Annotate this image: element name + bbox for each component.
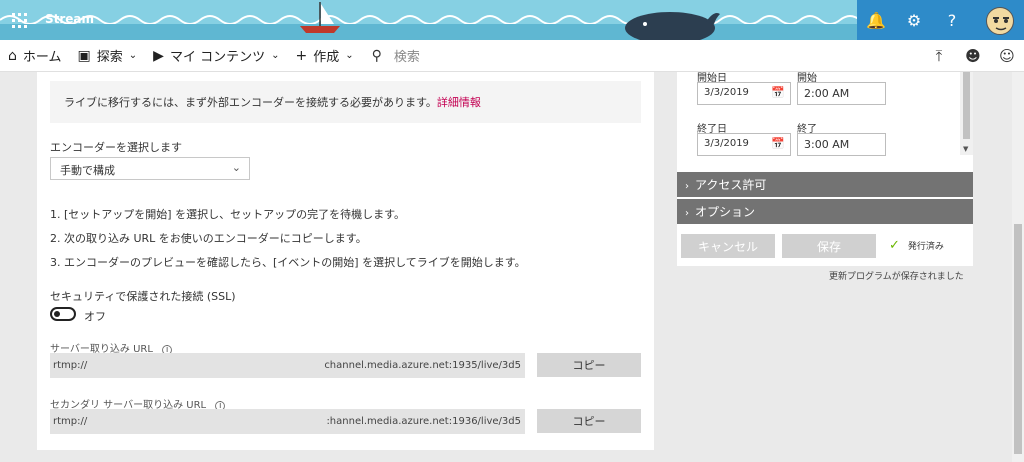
search-box[interactable]: ⚲ 検索: [371, 46, 420, 66]
nav-home-label: ホーム: [22, 50, 62, 65]
app-brand[interactable]: Stream: [45, 12, 94, 26]
instruction-step-3: 3. エンコーダーのプレビューを確認したら、[イベントの開始] を選択してライブ…: [50, 256, 526, 269]
cancel-button[interactable]: キャンセル: [681, 234, 775, 258]
end-time-field[interactable]: 3:00 AM: [797, 133, 886, 156]
search-icon: ⚲: [371, 47, 382, 64]
chevron-down-icon: ⌄: [231, 161, 241, 174]
nav-home[interactable]: ⌂ ホーム: [0, 40, 70, 72]
secondary-url-prefix: rtmp://: [53, 416, 88, 427]
app-launcher-button[interactable]: [0, 0, 38, 40]
end-date-value: 3/3/2019: [704, 138, 749, 149]
nav-explore[interactable]: ▣ 探索 ⌄: [70, 40, 146, 72]
nav-my-content-label: マイ コンテンツ: [169, 50, 266, 65]
chevron-down-icon: ⌄: [128, 50, 138, 61]
nav-create[interactable]: + 作成 ⌄: [287, 40, 361, 72]
copy-secondary-url-button[interactable]: コピー: [537, 409, 641, 433]
chevron-down-icon: ⌄: [345, 50, 354, 61]
chevron-right-icon: ›: [685, 181, 689, 192]
plus-icon: +: [295, 47, 308, 64]
help-icon[interactable]: ?: [933, 0, 971, 40]
start-date-value: 3/3/2019: [704, 87, 749, 98]
ingest-url-value: channel.media.azure.net:1935/live/3d5: [324, 360, 521, 371]
instruction-step-1: 1. [セットアップを開始] を選択し、セットアップの完了を待機します。: [50, 208, 405, 221]
ssl-toggle[interactable]: [50, 307, 76, 321]
search-placeholder: 検索: [393, 50, 420, 65]
end-date-field[interactable]: 3/3/2019 📅: [697, 133, 791, 156]
copy-ingest-url-button[interactable]: コピー: [537, 353, 641, 377]
encoder-label: エンコーダーを選択します: [50, 141, 182, 154]
instruction-step-2: 2. 次の取り込み URL をお使いのエンコーダーにコピーします。: [50, 232, 367, 245]
encoder-select-value: 手動で構成: [60, 164, 115, 177]
panel-scrollbar[interactable]: ▼: [960, 72, 973, 155]
calendar-icon[interactable]: 📅: [771, 86, 785, 99]
nav-my-content[interactable]: ▶ マイ コンテンツ ⌄: [145, 40, 287, 72]
access-section-label: アクセス許可: [695, 178, 767, 192]
ssl-state: オフ: [84, 310, 106, 323]
explore-icon: ▣: [77, 47, 91, 64]
start-time-field[interactable]: 2:00 AM: [797, 82, 886, 105]
toggle-knob: [54, 311, 60, 317]
options-section-header[interactable]: › オプション: [677, 199, 973, 224]
smiley-icon[interactable]: ☺: [990, 40, 1024, 72]
save-button[interactable]: 保存: [782, 234, 876, 258]
ssl-label: セキュリティで保護された接続 (SSL): [50, 290, 236, 303]
calendar-icon[interactable]: 📅: [771, 137, 785, 150]
access-section-header[interactable]: › アクセス許可: [677, 172, 973, 197]
video-icon: ▶: [153, 47, 164, 64]
info-text: ライブに移行するには、まず外部エンコーダーを接続する必要があります。: [64, 96, 437, 109]
nav-create-label: 作成: [313, 50, 340, 65]
saved-message: 更新プログラムが保存されました: [829, 272, 964, 282]
person-icon[interactable]: ☻: [956, 40, 990, 72]
home-icon: ⌂: [8, 47, 17, 64]
action-row: キャンセル 保存 ✓ 発行済み: [677, 226, 973, 266]
waffle-icon: [11, 12, 27, 28]
scroll-down-icon[interactable]: ▼: [963, 145, 968, 153]
header-actions: 🔔 ⚙ ?: [857, 0, 1024, 40]
ingest-url-prefix: rtmp://: [53, 360, 88, 371]
checkmark-icon: ✓: [889, 238, 900, 253]
start-time-value: 2:00 AM: [804, 87, 850, 100]
nav-right-actions: ⤒ ☻ ☺: [922, 40, 1024, 72]
info-banner: ライブに移行するには、まず外部エンコーダーを接続する必要があります。詳細情報: [50, 81, 641, 123]
nav-explore-label: 探索: [96, 50, 123, 65]
bell-icon[interactable]: 🔔: [857, 0, 895, 40]
main-nav: ⌂ ホーム ▣ 探索 ⌄ ▶ マイ コンテンツ ⌄ + 作成 ⌄ ⚲ 検索 ⤒ …: [0, 40, 1024, 72]
secondary-url-value: :hannel.media.azure.net:1936/live/3d5: [326, 416, 521, 427]
end-time-value: 3:00 AM: [804, 138, 850, 151]
chevron-right-icon: ›: [685, 208, 689, 219]
secondary-url-field[interactable]: rtmp:// :hannel.media.azure.net:1936/liv…: [50, 409, 525, 434]
avatar[interactable]: [986, 7, 1014, 35]
chevron-down-icon: ⌄: [271, 50, 280, 61]
panel-scrollbar-thumb[interactable]: [963, 72, 970, 139]
published-status: ✓ 発行済み: [889, 238, 944, 253]
ingest-url-field[interactable]: rtmp:// channel.media.azure.net:1935/liv…: [50, 353, 525, 378]
encoder-setup-panel: ライブに移行するには、まず外部エンコーダーを接続する必要があります。詳細情報 エ…: [37, 72, 654, 450]
published-label: 発行済み: [907, 242, 944, 252]
top-banner: Stream 🔔 ⚙ ?: [0, 0, 1024, 40]
learn-more-link[interactable]: 詳細情報: [437, 96, 481, 109]
start-date-field[interactable]: 3/3/2019 📅: [697, 82, 791, 105]
page-scrollbar-thumb[interactable]: [1014, 224, 1022, 454]
gear-icon[interactable]: ⚙: [895, 0, 933, 40]
page-scrollbar[interactable]: [1012, 72, 1024, 462]
options-section-label: オプション: [695, 205, 756, 219]
encoder-select[interactable]: 手動で構成 ⌄: [50, 157, 250, 180]
upload-icon[interactable]: ⤒: [922, 40, 956, 72]
